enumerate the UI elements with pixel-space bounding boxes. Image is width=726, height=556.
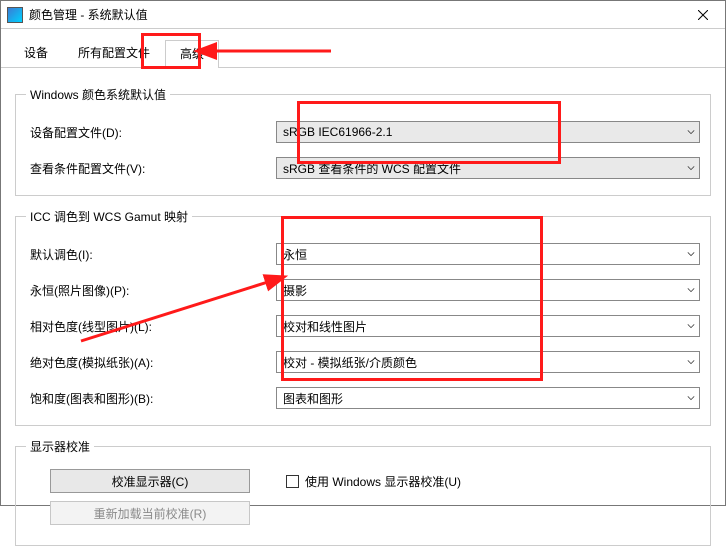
device-profile-label: 设备配置文件(D):: [26, 124, 276, 141]
default-intent-label: 默认调色(I):: [26, 246, 276, 263]
combo-value: 永恒: [283, 246, 307, 263]
checkbox-label: 使用 Windows 显示器校准(U): [305, 473, 461, 490]
absolute-label: 绝对色度(模拟纸张)(A):: [26, 354, 276, 371]
chevron-down-icon: [687, 247, 695, 261]
saturation-combo[interactable]: 图表和图形: [276, 387, 700, 409]
group-display-calibration: 显示器校准 校准显示器(C) 使用 Windows 显示器校准(U) 重新加载当…: [15, 438, 711, 546]
default-intent-combo[interactable]: 永恒: [276, 243, 700, 265]
titlebar: 颜色管理 - 系统默认值: [1, 1, 725, 29]
combo-value: sRGB 查看条件的 WCS 配置文件: [283, 160, 461, 177]
chevron-down-icon: [687, 355, 695, 369]
tab-devices[interactable]: 设备: [9, 39, 63, 67]
viewing-profile-label: 查看条件配置文件(V):: [26, 160, 276, 177]
window-title: 颜色管理 - 系统默认值: [29, 6, 681, 23]
relative-label: 相对色度(线型图片)(L):: [26, 318, 276, 335]
app-icon: [7, 7, 23, 23]
reload-calibration-button: 重新加载当前校准(R): [50, 501, 250, 525]
tab-all-profiles[interactable]: 所有配置文件: [63, 39, 165, 67]
group-legend: Windows 颜色系统默认值: [26, 86, 170, 103]
chevron-down-icon: [687, 283, 695, 297]
calibrate-display-button[interactable]: 校准显示器(C): [50, 469, 250, 493]
combo-value: 校对 - 模拟纸张/介质颜色: [283, 354, 417, 371]
combo-value: 摄影: [283, 282, 307, 299]
window: 颜色管理 - 系统默认值 设备 所有配置文件 高级 Windows 颜色系统默认…: [0, 0, 726, 506]
tab-label: 设备: [24, 46, 48, 60]
content: Windows 颜色系统默认值 设备配置文件(D): sRGB IEC61966…: [1, 68, 725, 556]
chevron-down-icon: [687, 319, 695, 333]
combo-value: 校对和线性图片: [283, 318, 367, 335]
close-button[interactable]: [681, 1, 725, 29]
chevron-down-icon: [687, 161, 695, 175]
close-icon: [698, 10, 708, 20]
group-legend: ICC 调色到 WCS Gamut 映射: [26, 208, 192, 225]
perceptual-label: 永恒(照片图像)(P):: [26, 282, 276, 299]
chevron-down-icon: [687, 125, 695, 139]
viewing-profile-combo[interactable]: sRGB 查看条件的 WCS 配置文件: [276, 157, 700, 179]
device-profile-combo[interactable]: sRGB IEC61966-2.1: [276, 121, 700, 143]
use-windows-calibration-checkbox[interactable]: 使用 Windows 显示器校准(U): [286, 473, 461, 490]
relative-combo[interactable]: 校对和线性图片: [276, 315, 700, 337]
group-legend: 显示器校准: [26, 438, 94, 455]
absolute-combo[interactable]: 校对 - 模拟纸张/介质颜色: [276, 351, 700, 373]
combo-value: sRGB IEC61966-2.1: [283, 125, 392, 139]
button-label: 重新加载当前校准(R): [94, 505, 207, 522]
perceptual-combo[interactable]: 摄影: [276, 279, 700, 301]
tabs: 设备 所有配置文件 高级: [1, 29, 725, 68]
saturation-label: 饱和度(图表和图形)(B):: [26, 390, 276, 407]
tab-label: 所有配置文件: [78, 46, 150, 60]
button-label: 校准显示器(C): [112, 473, 189, 490]
group-icc-mapping: ICC 调色到 WCS Gamut 映射 默认调色(I): 永恒 永恒(照片图像…: [15, 208, 711, 426]
group-windows-defaults: Windows 颜色系统默认值 设备配置文件(D): sRGB IEC61966…: [15, 86, 711, 196]
tab-label: 高级: [180, 47, 204, 61]
checkbox-box: [286, 475, 299, 488]
tab-advanced[interactable]: 高级: [165, 40, 219, 68]
chevron-down-icon: [687, 391, 695, 405]
combo-value: 图表和图形: [283, 390, 343, 407]
